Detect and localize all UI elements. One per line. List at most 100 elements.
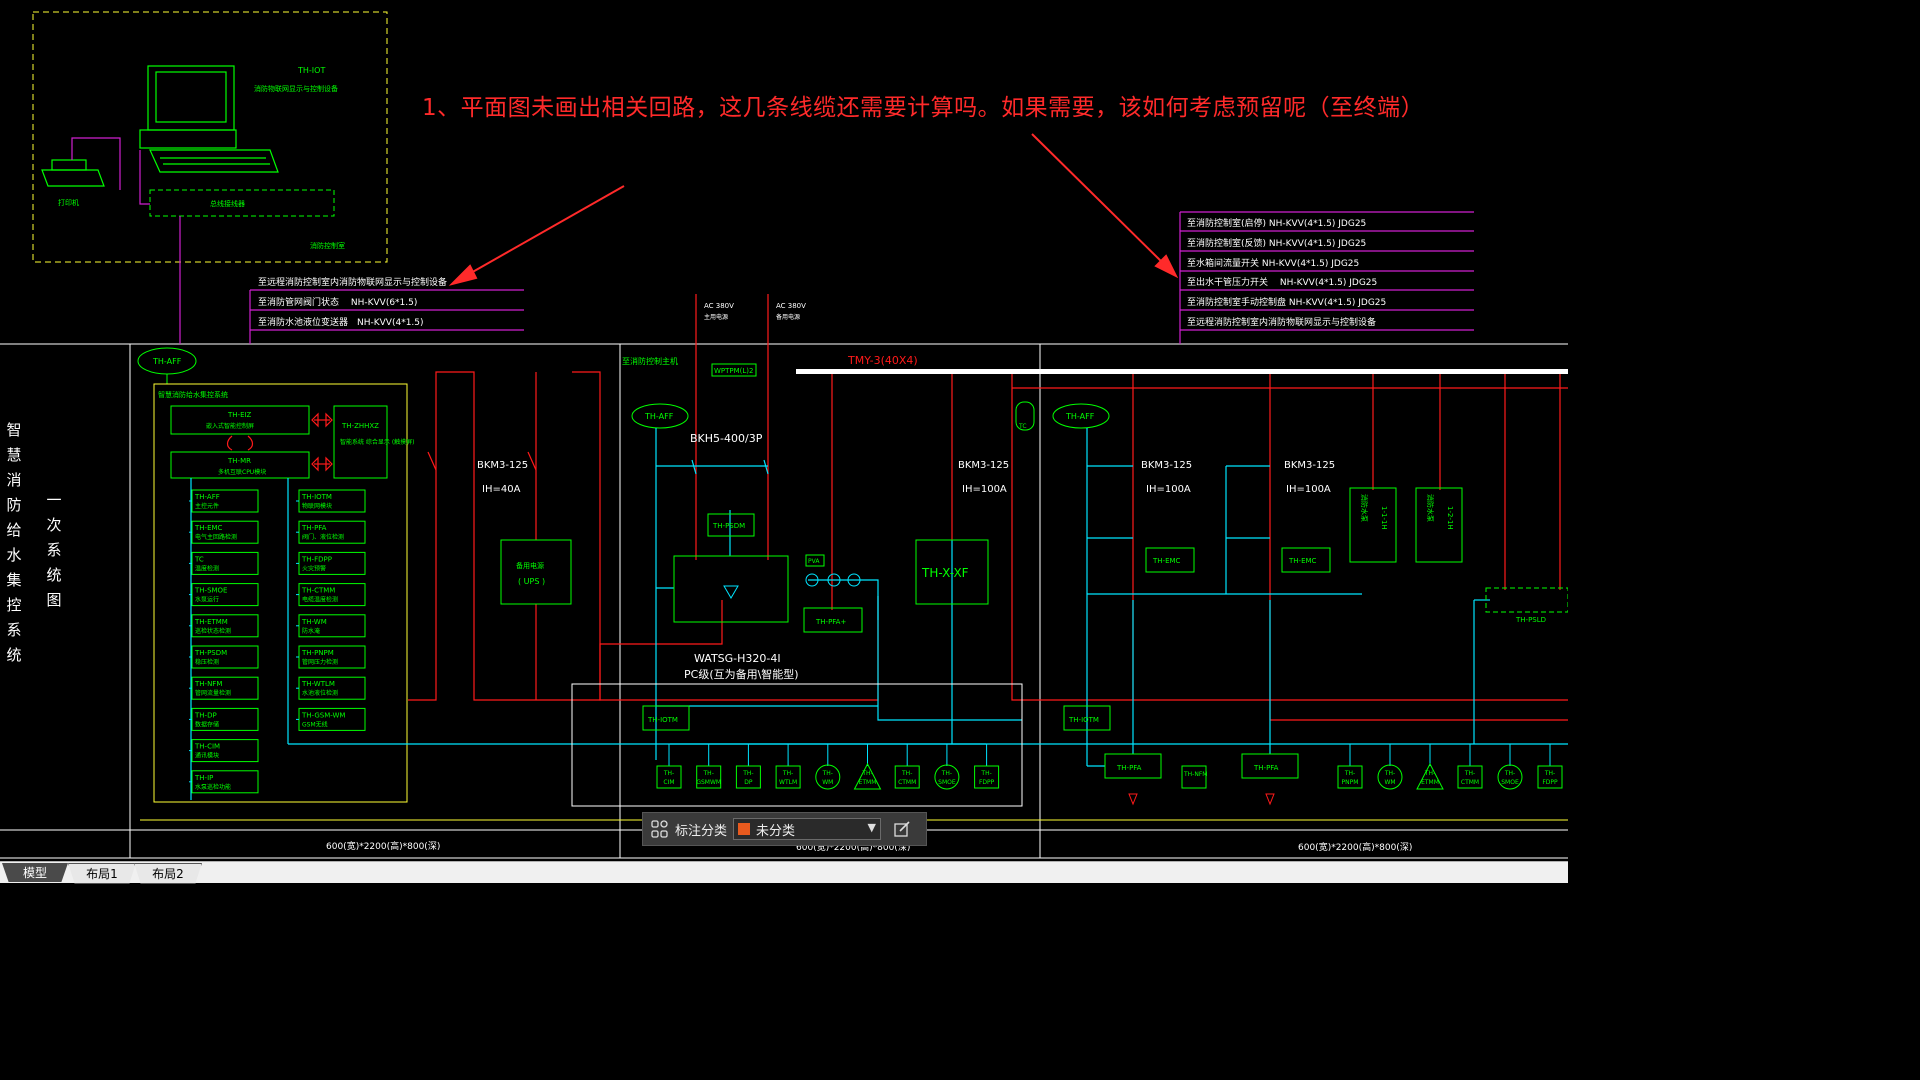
p1-right-module-code: TH-PNPM xyxy=(301,649,334,657)
title-char: 慧 xyxy=(6,446,22,464)
p2-device-code: TH- xyxy=(941,770,952,777)
p3-device-code: TH- xyxy=(1544,770,1555,777)
chevron-down-icon: ▼ xyxy=(867,821,877,834)
p1-left-module-desc: 通讯模块 xyxy=(195,752,219,760)
title-char: 集 xyxy=(6,571,22,589)
p3-pump-code-1: 1-1-1H xyxy=(1380,506,1388,530)
tl-room: 消防控制室 xyxy=(310,241,345,250)
p1-zhhxz-desc: 智能系统 综合显示 (触摸屏) xyxy=(340,438,415,446)
tab-model[interactable]: 模型 xyxy=(2,863,68,882)
p2-pva: PVA xyxy=(808,558,820,565)
tab-layout-1[interactable]: 布局1 xyxy=(68,863,136,884)
p2-device-code: DP xyxy=(744,779,753,786)
p2-pfa-plus: TH-PFA+ xyxy=(815,618,846,626)
p1-left-module-desc: 水泵运行 xyxy=(195,596,219,604)
p2-iotm: TH-IOTM xyxy=(647,716,678,724)
system-subtitle-vertical: 一次系统图 xyxy=(46,488,62,613)
p2-device-code: ETMM xyxy=(859,779,877,786)
p3-pfa-1: TH-PFA xyxy=(1116,764,1142,772)
p1-right-module-desc: 管网压力检测 xyxy=(302,658,338,666)
p3-device-code: TH- xyxy=(1384,770,1395,777)
title-char: 水 xyxy=(6,546,22,564)
p2-device-code: TH- xyxy=(980,770,991,777)
p3-nfm: TH-NFM xyxy=(1183,771,1207,778)
subtitle-char: 统 xyxy=(46,566,62,584)
system-title-vertical: 智慧消防给水集控系统 xyxy=(6,418,22,668)
p3-device-code: TH- xyxy=(1504,770,1515,777)
p2-device-code: FDPP xyxy=(979,779,995,786)
p2-ac2-sub: 备用电源 xyxy=(776,313,800,321)
annotation-question: 1、平面图未画出相关回路，这几条线缆还需要计算吗。如果需要，该如何考虑预留呢（至… xyxy=(422,95,1425,121)
p2-header: 至消防控制主机 xyxy=(622,356,678,366)
p1-ih: IH=40A xyxy=(482,484,521,495)
p2-psdm: TH-PSDM xyxy=(712,522,745,530)
category-color-swatch xyxy=(738,823,751,835)
tab-layout-2[interactable]: 布局2 xyxy=(134,863,202,884)
title-char: 消 xyxy=(6,471,22,489)
cable-right-4: 至消防控制室手动控制盘 NH-KVV(4*1.5) JDG25 xyxy=(1187,296,1386,308)
p1-left-module-code: TH-CIM xyxy=(194,743,220,751)
p1-right-module-code: TH-CTMM xyxy=(301,587,335,595)
p3-emc-2: TH-EMC xyxy=(1288,557,1317,565)
p1-ups-sub: ( UPS ) xyxy=(518,577,545,586)
main-busbar xyxy=(796,369,1568,374)
p2-device-code: WTLM xyxy=(779,779,797,786)
title-char: 控 xyxy=(6,596,22,614)
cable-right-5: 至远程消防控制室内消防物联网显示与控制设备 xyxy=(1187,316,1376,328)
category-select[interactable]: 未分类 ▼ xyxy=(733,818,882,840)
p1-right-module-code: TH-IOTM xyxy=(301,493,332,501)
p1-left-module-code: TH-DP xyxy=(194,711,217,719)
cable-left-1: 至消防管网阀门状态 NH-KVV(6*1.5) xyxy=(258,296,417,308)
p3-ih-2: IH=100A xyxy=(1286,484,1331,495)
p3-emc-1: TH-EMC xyxy=(1152,557,1181,565)
p3-device-code: ETMM xyxy=(1421,779,1439,786)
p2-bkh: BKH5-400/3P xyxy=(690,432,763,445)
p2-ac1-sub: 主用电源 xyxy=(704,313,728,321)
p1-right-module-desc: 水池液位检测 xyxy=(302,689,338,697)
p1-left-module-desc: 主控元件 xyxy=(195,502,219,510)
tl-printer: 打印机 xyxy=(58,198,79,207)
title-char: 统 xyxy=(6,646,22,664)
p3-pump-2: 消防水泵 xyxy=(1426,494,1435,522)
cable-left-0: 至远程消防控制室内消防物联网显示与控制设备 xyxy=(258,276,447,288)
p3-device-code: TH- xyxy=(1464,770,1475,777)
p1-left-module-desc: 管网流量检测 xyxy=(195,689,231,697)
p2-device-code: TH- xyxy=(822,770,833,777)
p3-psld: TH-PSLD xyxy=(1515,616,1546,624)
p1-right-module-desc: 电缆温度检测 xyxy=(302,596,338,604)
cad-drawing[interactable]: TH-AFF主控元件TH-EMC电气主回路检测TC温度检测TH-SMOE水泵运行… xyxy=(0,0,1568,882)
p1-left-module-code: TH-AFF xyxy=(194,493,220,501)
tl-device: TH-IOT xyxy=(297,66,325,75)
p1-left-module-code: TH-SMOE xyxy=(194,587,227,595)
p2-device-code: CIM xyxy=(663,779,674,786)
title-char: 防 xyxy=(6,496,22,514)
grid-icon[interactable] xyxy=(651,820,669,838)
p3-ih-1: IH=100A xyxy=(1146,484,1191,495)
p1-right-module-desc: 火灾预警 xyxy=(302,564,326,572)
p2-device-code: TH- xyxy=(901,770,912,777)
p1-left-module-code: TH-IP xyxy=(194,774,213,782)
p1-left-module-code: TH-NFM xyxy=(194,680,222,688)
p1-right-module-desc: 物联网模块 xyxy=(302,502,332,510)
p3-device-code: CTMM xyxy=(1461,779,1479,786)
p1-left-module-desc: 水泵巡检功能 xyxy=(195,783,231,791)
p1-left-module-desc: 巡检状态检测 xyxy=(195,627,231,635)
p3-device-code: PNPM xyxy=(1342,779,1359,786)
p3-pump-1: 消防水泵 xyxy=(1360,494,1369,522)
edit-icon[interactable] xyxy=(891,818,913,840)
p2-device-code: WM xyxy=(822,779,833,786)
p1-footer: 600(宽)*2200(高)*800(深) xyxy=(326,840,440,852)
p1-right-module-desc: 防水淹 xyxy=(302,627,320,635)
p1-left-module-desc: 稳压检测 xyxy=(195,658,219,666)
category-selected-value: 未分类 xyxy=(756,823,796,839)
p3-pump-code-2: 1-2-1H xyxy=(1446,506,1454,530)
p1-eiz-desc: 嵌入式智能控制屏 xyxy=(206,422,254,430)
cable-left-2: 至消防水池液位变送器 NH-KVV(4*1.5) xyxy=(258,316,424,328)
p1-mr-desc: 多机互联CPU模块 xyxy=(218,468,266,476)
cable-right-0: 至消防控制室(启停) NH-KVV(4*1.5) JDG25 xyxy=(1187,217,1366,229)
annotation-category-toolbar: 标注分类 未分类 ▼ xyxy=(642,812,927,846)
p2-device-code: CTMM xyxy=(898,779,916,786)
p2-wptpm: WPTPM(L)2 xyxy=(714,367,754,375)
p1-left-module-code: TH-PSDM xyxy=(194,649,227,657)
p1-left-module-code: TH-EMC xyxy=(194,524,223,532)
